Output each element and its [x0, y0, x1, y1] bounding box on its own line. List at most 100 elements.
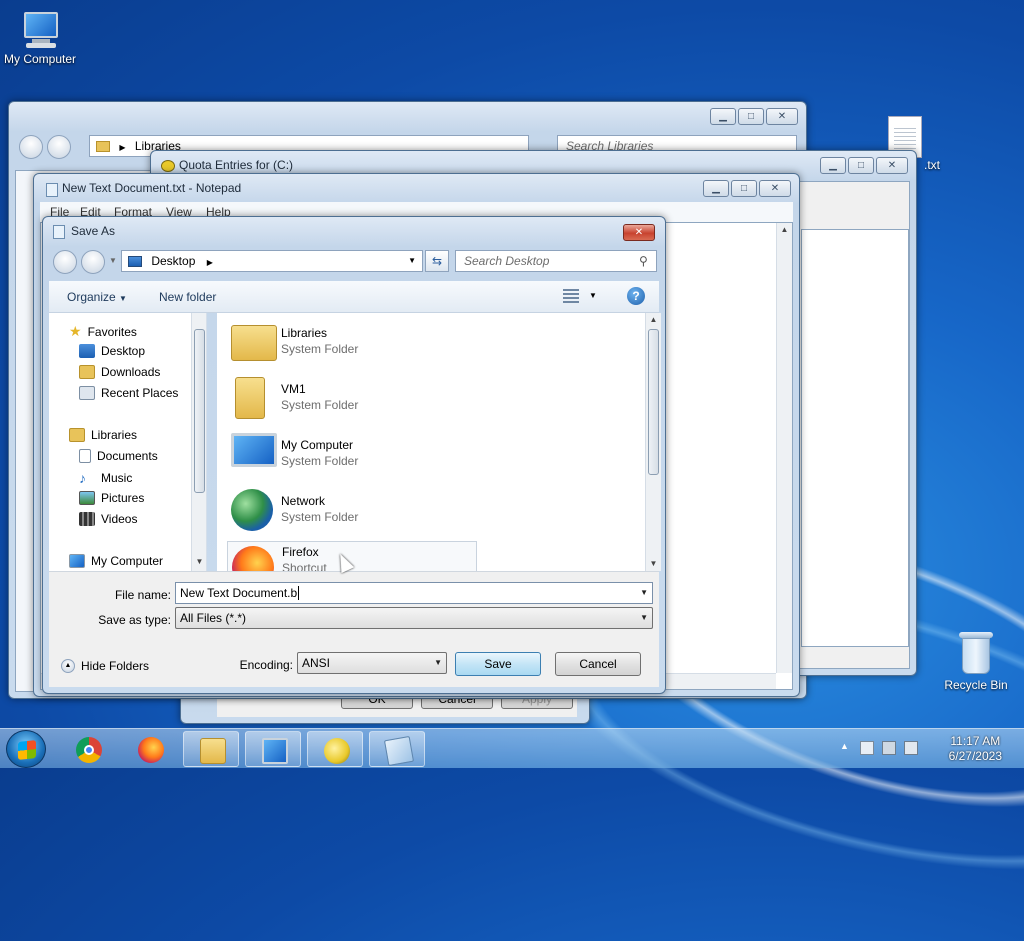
encoding-select[interactable]: ANSI ▼: [297, 652, 447, 674]
view-options-icon[interactable]: [563, 289, 579, 303]
chrome-icon: [76, 737, 102, 763]
taskbar: ▲ 11:17 AM 6/27/2023: [0, 728, 1024, 768]
taskbar-firefox[interactable]: [122, 731, 178, 767]
action-center-flag-icon[interactable]: [860, 741, 874, 755]
caption-buttons: ▁ □ ✕: [703, 180, 791, 197]
maximize-button[interactable]: □: [731, 180, 757, 197]
nav-downloads[interactable]: Downloads: [79, 365, 160, 379]
chevron-down-icon[interactable]: ▼: [408, 251, 416, 271]
close-button[interactable]: ✕: [623, 224, 655, 241]
libraries-folder-icon: [231, 325, 277, 361]
nav-favorites[interactable]: ★ Favorites: [69, 323, 137, 340]
file-name-label: File name:: [114, 588, 171, 602]
caption-buttons: ✕: [623, 224, 655, 241]
nav-music[interactable]: ♪ Music: [79, 470, 132, 486]
nav-libraries[interactable]: Libraries: [69, 428, 137, 442]
forward-button[interactable]: [81, 250, 105, 274]
minimize-button[interactable]: ▁: [710, 108, 736, 125]
file-name-input[interactable]: New Text Document.b ▼: [175, 582, 653, 604]
scroll-thumb[interactable]: [194, 329, 205, 493]
computer-icon: [69, 554, 85, 568]
minimize-button[interactable]: ▁: [820, 157, 846, 174]
minimize-button[interactable]: ▁: [703, 180, 729, 197]
nav-documents[interactable]: Documents: [79, 449, 158, 463]
network-globe-icon: [231, 489, 273, 531]
back-button[interactable]: [53, 250, 77, 274]
firefox-icon: [138, 737, 164, 763]
vertical-scrollbar[interactable]: ▲: [776, 223, 792, 673]
caption-buttons: ▁ □ ✕: [710, 108, 798, 125]
chevron-right-icon: ▶: [206, 258, 213, 267]
save-as-dialog: Save As ✕ ▼ Desktop ▶ ▼ ⇆ Search Desktop…: [42, 216, 666, 694]
videos-icon: [79, 512, 95, 526]
caption-buttons: ▁ □ ✕: [820, 157, 908, 174]
nav-recent-places[interactable]: Recent Places: [79, 386, 178, 400]
pictures-icon: [79, 491, 95, 505]
chevron-down-icon[interactable]: ▼: [640, 583, 648, 603]
file-item-vm1[interactable]: VM1 System Folder: [227, 373, 477, 423]
new-folder-button[interactable]: New folder: [159, 290, 216, 304]
save-type-label: Save as type:: [98, 613, 171, 627]
chevron-down-icon[interactable]: ▼: [589, 291, 597, 300]
desktop-icon-my-computer[interactable]: My Computer: [0, 10, 80, 66]
show-hidden-icons-arrow[interactable]: ▲: [840, 741, 849, 751]
scroll-up-arrow[interactable]: ▲: [777, 223, 792, 237]
desktop-icon-label: My Computer: [3, 52, 77, 66]
file-item-network[interactable]: Network System Folder: [227, 485, 477, 535]
scroll-down-arrow[interactable]: ▼: [192, 555, 206, 569]
nav-scrollbar[interactable]: ▼: [191, 313, 206, 571]
file-item-my-computer[interactable]: My Computer System Folder: [227, 429, 477, 479]
back-button[interactable]: [19, 135, 43, 159]
close-button[interactable]: ✕: [876, 157, 908, 174]
computer-icon: [262, 738, 288, 764]
nav-desktop[interactable]: Desktop: [79, 344, 145, 358]
refresh-button[interactable]: ⇆: [425, 250, 449, 272]
location-text: Desktop: [151, 254, 196, 268]
downloads-icon: [79, 365, 95, 379]
maximize-button[interactable]: □: [738, 108, 764, 125]
recent-places-icon: [79, 386, 95, 400]
save-icon: [53, 225, 65, 239]
scroll-up-arrow[interactable]: ▲: [646, 313, 661, 327]
close-button[interactable]: ✕: [759, 180, 791, 197]
nav-pictures[interactable]: Pictures: [79, 491, 144, 505]
save-options-panel: File name: New Text Document.b ▼ Save as…: [49, 571, 659, 687]
close-button[interactable]: ✕: [766, 108, 798, 125]
maximize-button[interactable]: □: [848, 157, 874, 174]
chevron-down-icon: ▼: [434, 658, 442, 667]
system-clock[interactable]: 11:17 AM 6/27/2023: [949, 734, 1002, 764]
taskbar-quota[interactable]: [307, 731, 363, 767]
save-type-select[interactable]: All Files (*.*) ▼: [175, 607, 653, 629]
file-item-libraries[interactable]: Libraries System Folder: [227, 317, 477, 367]
taskbar-chrome[interactable]: [60, 731, 116, 767]
location-bar[interactable]: Desktop ▶ ▼: [121, 250, 423, 272]
music-icon: ♪: [79, 470, 86, 486]
chevron-right-icon: ▶: [119, 143, 126, 152]
recent-locations-arrow[interactable]: ▼: [109, 256, 117, 265]
search-input[interactable]: Search Desktop: [455, 250, 657, 272]
file-scrollbar[interactable]: ▲ ▼: [645, 313, 661, 571]
recycle-bin-icon: [959, 632, 993, 676]
nav-videos[interactable]: Videos: [79, 512, 137, 526]
nav-my-computer[interactable]: My Computer: [69, 554, 163, 568]
libraries-icon: [69, 428, 85, 442]
taskbar-computer-management[interactable]: [245, 731, 301, 767]
organize-button[interactable]: Organize ▼: [67, 290, 127, 304]
hide-folders-toggle[interactable]: ▲ Hide Folders: [61, 659, 149, 673]
taskbar-notepad[interactable]: [369, 731, 425, 767]
cancel-button[interactable]: Cancel: [555, 652, 641, 676]
window-title: New Text Document.txt - Notepad: [62, 181, 242, 195]
forward-button[interactable]: [47, 135, 71, 159]
volume-muted-icon[interactable]: [904, 741, 918, 755]
desktop-icon-recycle-bin[interactable]: Recycle Bin: [936, 632, 1016, 692]
start-button[interactable]: [6, 730, 46, 768]
search-icon: ⚲: [639, 254, 648, 268]
network-icon[interactable]: [882, 741, 896, 755]
help-icon[interactable]: ?: [627, 287, 645, 305]
scroll-down-arrow[interactable]: ▼: [646, 557, 661, 571]
encoding-label: Encoding:: [239, 658, 293, 672]
scroll-thumb[interactable]: [648, 329, 659, 475]
command-bar: Organize ▼ New folder ▼ ?: [49, 281, 659, 313]
save-button[interactable]: Save: [455, 652, 541, 676]
taskbar-explorer[interactable]: [183, 731, 239, 767]
